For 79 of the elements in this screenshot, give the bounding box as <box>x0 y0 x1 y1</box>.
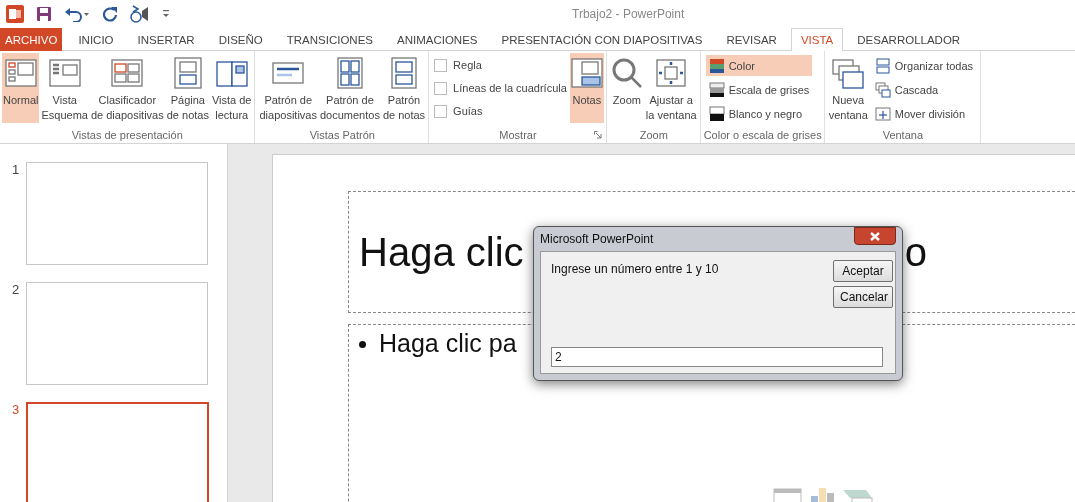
ribbon-tab[interactable]: ARCHIVO <box>0 28 63 51</box>
bullet-text: Haga clic pa <box>359 329 517 357</box>
slide-sorter-icon <box>111 57 144 89</box>
ribbon-tab[interactable]: DESARROLLADOR <box>847 28 971 51</box>
group-label: Vistas de presentación <box>71 128 183 141</box>
undo-icon[interactable] <box>64 6 90 22</box>
group-label: Vistas Patrón <box>309 128 375 141</box>
cascade-windows-icon <box>874 81 891 98</box>
customize-caret-icon[interactable] <box>162 9 170 19</box>
ribbon-button[interactable]: Ajustar a la ventana <box>644 53 698 123</box>
group-label: Color o escala de grises <box>703 128 822 141</box>
ribbon-button[interactable]: Vista de lectura <box>210 53 253 123</box>
ribbon-tab[interactable]: ANIMACIONES <box>387 28 488 51</box>
notes-master-icon <box>388 57 420 89</box>
window-title: Trbajo2 - PowerPoint <box>572 7 685 21</box>
ribbon-button[interactable]: Página de notas <box>165 53 210 123</box>
checkbox[interactable]: Regla <box>434 55 567 75</box>
dialog-title: Microsoft PowerPoint <box>540 232 654 246</box>
powerpoint-logo-icon <box>6 5 24 23</box>
group-label: Mostrar <box>499 128 537 141</box>
dialog-button[interactable]: Cancelar <box>833 286 893 308</box>
arrange-windows-icon <box>874 57 891 74</box>
ribbon-tab[interactable]: TRANSICIONES <box>276 28 383 51</box>
input-field[interactable]: 2 <box>551 347 883 367</box>
split-window-icon <box>874 105 891 122</box>
ribbon-tab[interactable]: VISTA <box>790 28 844 51</box>
notes-page-icon <box>171 57 204 89</box>
dialog-prompt: Ingrese un número entre 1 y 10 <box>551 261 719 278</box>
notes-icon <box>570 57 603 89</box>
slide-number: 2 <box>12 282 18 299</box>
ribbon-button[interactable]: Clasificador de diapositivas <box>89 53 165 123</box>
close-icon <box>870 231 880 241</box>
ribbon-tab[interactable]: DISEÑO <box>208 28 273 51</box>
slide-thumbnail[interactable] <box>26 282 208 385</box>
close-button[interactable] <box>854 227 896 245</box>
ribbon-button[interactable]: Patrón de diapositivas <box>258 53 318 123</box>
slide-number: 3 <box>12 402 18 419</box>
title-text: Haga clic <box>359 229 524 275</box>
contrast-swatch-icon <box>708 105 725 122</box>
ribbon-button[interactable]: Normal <box>2 53 40 123</box>
slide-thumbnail[interactable] <box>26 162 208 265</box>
ribbon-button[interactable]: Organizar todas <box>871 55 977 76</box>
dialog-launcher-icon[interactable] <box>593 131 602 139</box>
slide-number: 1 <box>12 162 18 179</box>
save-icon[interactable] <box>36 6 52 22</box>
slide-thumbnail[interactable] <box>26 402 209 502</box>
ribbon-button[interactable]: Cascada <box>871 79 977 100</box>
ribbon-button[interactable]: Mover división <box>871 103 977 124</box>
ribbon-button[interactable]: Nueva ventana <box>827 53 869 123</box>
ribbon-button[interactable]: Patrón de documentos <box>318 53 381 123</box>
ribbon-button[interactable]: Blanco y negro <box>705 103 813 124</box>
title-text: o <box>904 229 927 275</box>
ribbon-tab[interactable]: INICIO <box>68 28 124 51</box>
group-label: Ventana <box>882 128 924 141</box>
normal-view-icon <box>4 57 37 89</box>
magnifier-icon <box>610 57 643 89</box>
ribbon-button[interactable]: Zoom <box>609 53 644 123</box>
checkbox[interactable]: Líneas de la cuadrícula <box>434 78 567 98</box>
ribbon-tab[interactable]: REVISAR <box>716 28 787 51</box>
redo-icon[interactable] <box>102 6 118 22</box>
ribbon-tab[interactable]: PRESENTACIÓN CON DIAPOSITIVAS <box>491 28 713 51</box>
shades-swatch-icon <box>708 81 725 98</box>
slideshow-timer-icon[interactable] <box>130 5 150 23</box>
ribbon-button[interactable]: Vista Esquema <box>40 53 89 123</box>
checkbox-box[interactable] <box>434 58 448 72</box>
ribbon-button[interactable]: Color <box>705 55 813 76</box>
new-window-icon <box>832 57 865 89</box>
ribbon-button[interactable]: Patrón de notas <box>381 53 427 123</box>
fit-window-icon <box>655 57 688 89</box>
checkbox-box[interactable] <box>434 81 448 95</box>
ribbon-button[interactable]: Escala de grises <box>705 79 813 100</box>
group-label: Zoom <box>639 128 668 141</box>
outline-view-icon <box>48 57 81 89</box>
checkbox-box[interactable] <box>434 104 448 118</box>
ribbon-tab[interactable]: INSERTAR <box>127 28 205 51</box>
color-swatch-icon <box>708 57 725 74</box>
checkbox[interactable]: Guías <box>434 101 567 121</box>
dialog-button[interactable]: Aceptar <box>833 260 893 282</box>
ribbon-button[interactable]: Notas <box>569 53 604 123</box>
